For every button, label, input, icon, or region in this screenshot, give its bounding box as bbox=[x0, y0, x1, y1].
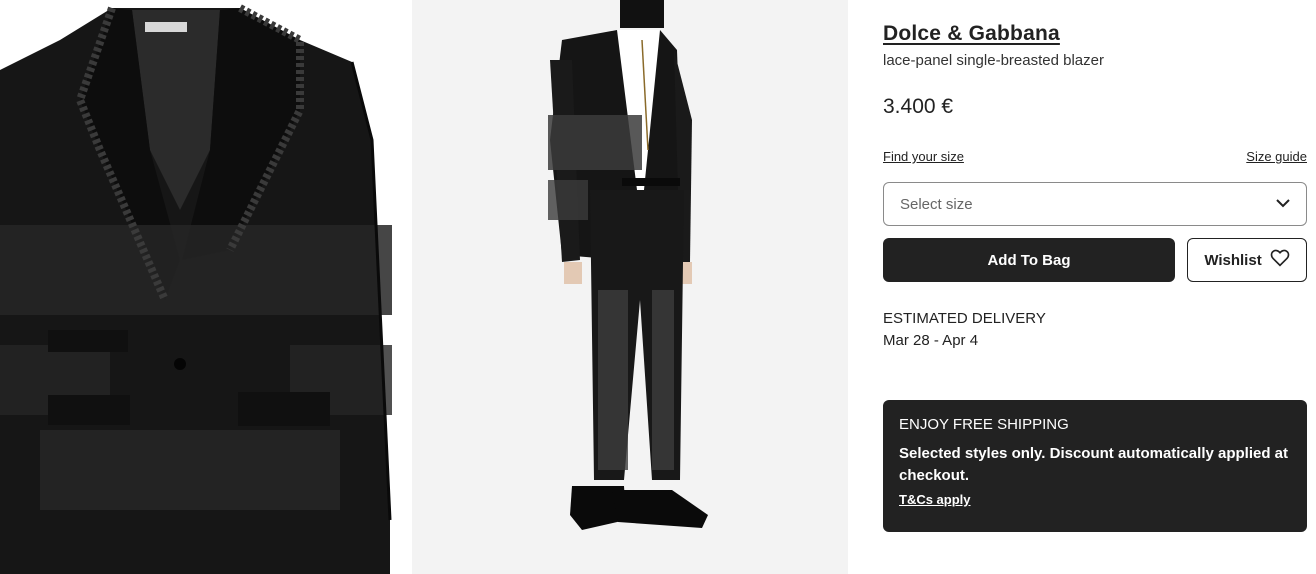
brand-name-link[interactable]: Dolce & Gabbana bbox=[883, 22, 1307, 46]
size-select[interactable]: Select size bbox=[883, 182, 1307, 226]
terms-link[interactable]: T&Cs apply bbox=[899, 492, 971, 507]
heart-icon bbox=[1270, 249, 1290, 271]
delivery-dates: Mar 28 - Apr 4 bbox=[883, 332, 979, 349]
size-select-placeholder: Select size bbox=[900, 195, 973, 213]
delivery-label: ESTIMATED DELIVERY bbox=[883, 310, 1046, 327]
model-illustration bbox=[412, 0, 848, 574]
estimated-delivery: ESTIMATED DELIVERY Mar 28 - Apr 4 bbox=[883, 308, 1307, 352]
product-name: lace-panel single-breasted blazer bbox=[883, 52, 1104, 69]
add-to-bag-button[interactable]: Add To Bag bbox=[883, 238, 1175, 282]
free-shipping-banner: ENJOY FREE SHIPPING Selected styles only… bbox=[883, 400, 1307, 532]
chevron-down-icon bbox=[1276, 195, 1290, 213]
size-guide-link[interactable]: Size guide bbox=[1246, 149, 1307, 164]
blazer-illustration bbox=[0, 4, 392, 574]
size-links: Find your size Size guide bbox=[883, 149, 1307, 164]
promo-text: Selected styles only. Discount automatic… bbox=[899, 445, 1289, 484]
product-image-model[interactable] bbox=[412, 0, 848, 574]
purchase-actions: Add To Bag Wishlist bbox=[883, 238, 1307, 282]
product-image-blazer[interactable] bbox=[0, 0, 392, 574]
wishlist-label: Wishlist bbox=[1204, 251, 1262, 269]
wishlist-button[interactable]: Wishlist bbox=[1187, 238, 1307, 282]
product-info: Dolce & Gabbana lace-panel single-breast… bbox=[883, 22, 1307, 532]
promo-title: ENJOY FREE SHIPPING bbox=[899, 416, 1069, 433]
product-price: 3.400 € bbox=[883, 95, 954, 118]
find-your-size-link[interactable]: Find your size bbox=[883, 149, 964, 164]
